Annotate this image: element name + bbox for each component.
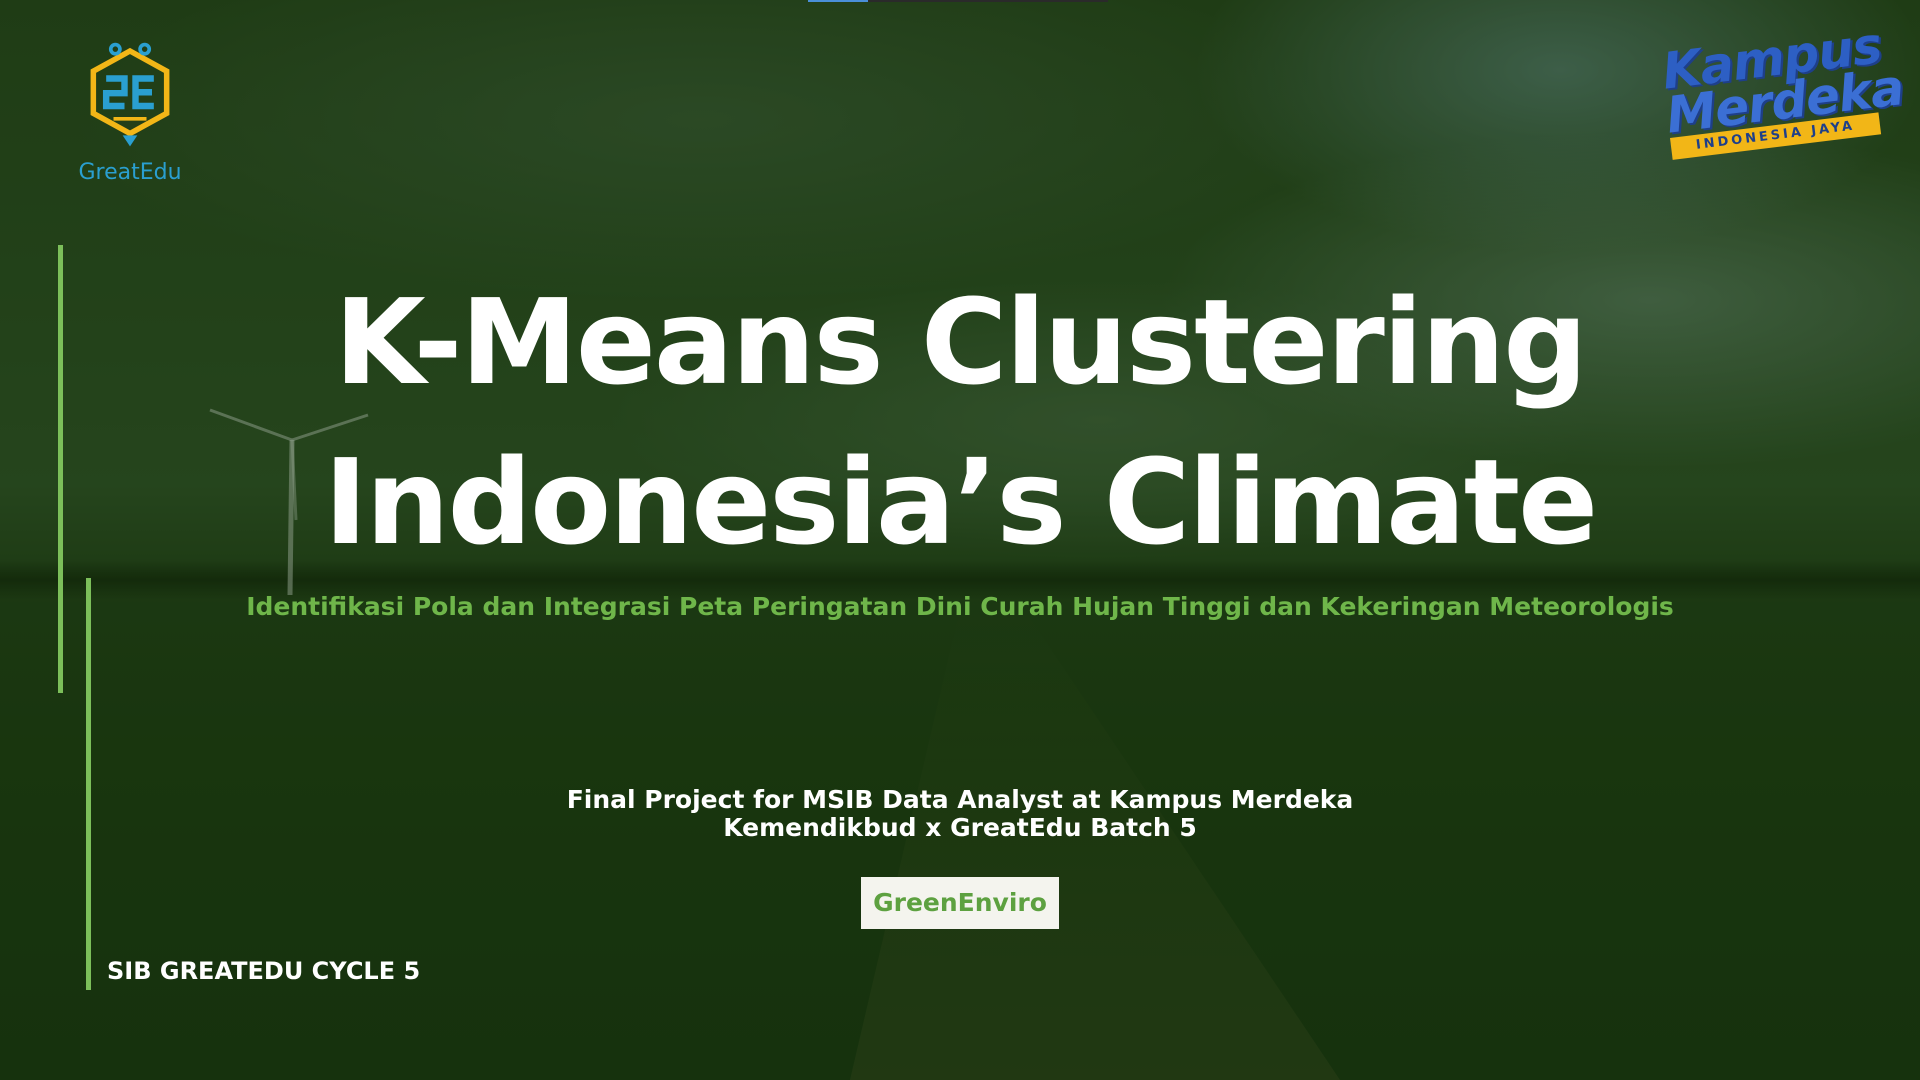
title-line-2: Indonesia’s Climate	[323, 433, 1598, 571]
project-description: Final Project for MSIB Data Analyst at K…	[0, 786, 1920, 842]
top-progress-bar	[808, 0, 1108, 2]
greatedu-logo-text: GreatEdu	[78, 160, 182, 185]
accent-bar-inner	[86, 578, 91, 990]
project-line-1: Final Project for MSIB Data Analyst at K…	[566, 785, 1354, 814]
title-slide: GreatEdu Kampus Merdeka INDONESIA JAYA K…	[0, 0, 1920, 1080]
slide-subtitle: Identifikasi Pola dan Integrasi Peta Per…	[246, 592, 1674, 621]
kampus-merdeka-logo: Kampus Merdeka INDONESIA JAYA	[1659, 16, 1906, 180]
title-line-1: K-Means Clustering	[334, 273, 1587, 411]
team-name-badge: GreenEnviro	[861, 877, 1059, 929]
slide-title: K-Means Clustering Indonesia’s Climate	[0, 262, 1920, 582]
project-line-2: Kemendikbud x GreatEdu Batch 5	[723, 813, 1197, 842]
greatedu-logo: GreatEdu	[70, 36, 190, 196]
cycle-label: SIB GREATEDU CYCLE 5	[107, 957, 421, 985]
greatedu-logo-icon	[90, 42, 170, 147]
